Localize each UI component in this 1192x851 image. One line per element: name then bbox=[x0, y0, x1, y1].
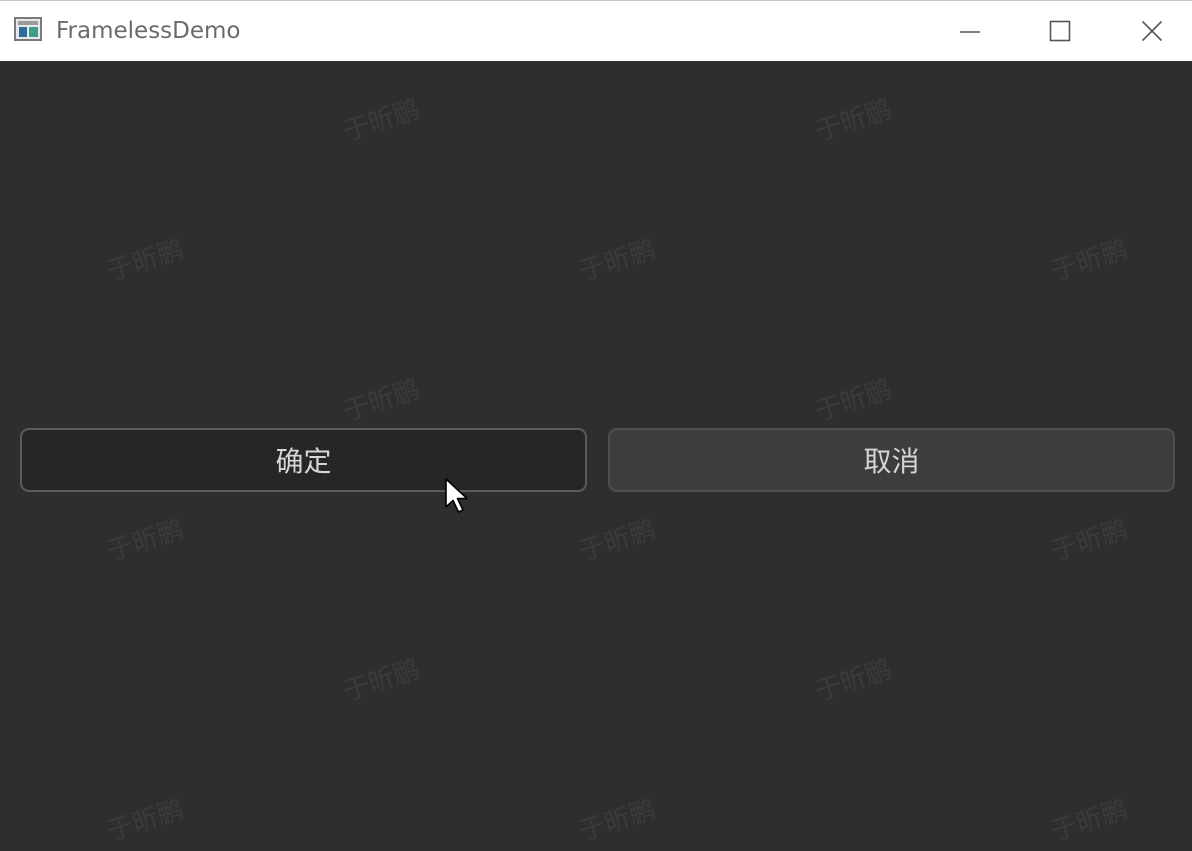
watermark: 于昕鹏 bbox=[1047, 514, 1132, 568]
cancel-button-label: 取消 bbox=[863, 445, 920, 478]
watermark: 于昕鹏 bbox=[575, 234, 660, 288]
watermark: 于昕鹏 bbox=[339, 654, 424, 708]
watermark: 于昕鹏 bbox=[575, 794, 660, 848]
ok-button[interactable]: 确定 bbox=[20, 428, 587, 492]
watermark: 于昕鹏 bbox=[575, 514, 660, 568]
watermark: 于昕鹏 bbox=[811, 374, 896, 428]
watermark: 于昕鹏 bbox=[811, 654, 896, 708]
title-bar[interactable]: FramelessDemo bbox=[0, 1, 1192, 61]
mouse-cursor-icon bbox=[445, 478, 468, 513]
watermark: 于昕鹏 bbox=[103, 514, 188, 568]
watermark: 于昕鹏 bbox=[1047, 794, 1132, 848]
close-icon bbox=[1141, 20, 1163, 42]
watermark: 于昕鹏 bbox=[1047, 234, 1132, 288]
ok-button-label: 确定 bbox=[275, 445, 332, 478]
watermark: 于昕鹏 bbox=[339, 94, 424, 148]
window-title: FramelessDemo bbox=[56, 18, 241, 44]
close-button[interactable] bbox=[1106, 1, 1192, 61]
minimize-button[interactable] bbox=[924, 1, 1016, 61]
maximize-button[interactable] bbox=[1014, 1, 1106, 61]
cancel-button[interactable]: 取消 bbox=[608, 428, 1175, 492]
maximize-icon bbox=[1049, 20, 1071, 42]
watermark: 于昕鹏 bbox=[339, 374, 424, 428]
watermark: 于昕鹏 bbox=[103, 234, 188, 288]
app-icon bbox=[14, 17, 42, 41]
main-content: 于昕鹏 于昕鹏 于昕鹏 于昕鹏 于昕鹏 于昕鹏 于昕鹏 于昕鹏 于昕鹏 于昕鹏 … bbox=[0, 61, 1192, 851]
watermark: 于昕鹏 bbox=[811, 94, 896, 148]
watermark: 于昕鹏 bbox=[103, 794, 188, 848]
minimize-icon bbox=[960, 31, 980, 33]
app-window: FramelessDemo 于昕鹏 于昕鹏 于昕鹏 于昕鹏 于昕鹏 于昕鹏 于昕… bbox=[0, 0, 1192, 851]
